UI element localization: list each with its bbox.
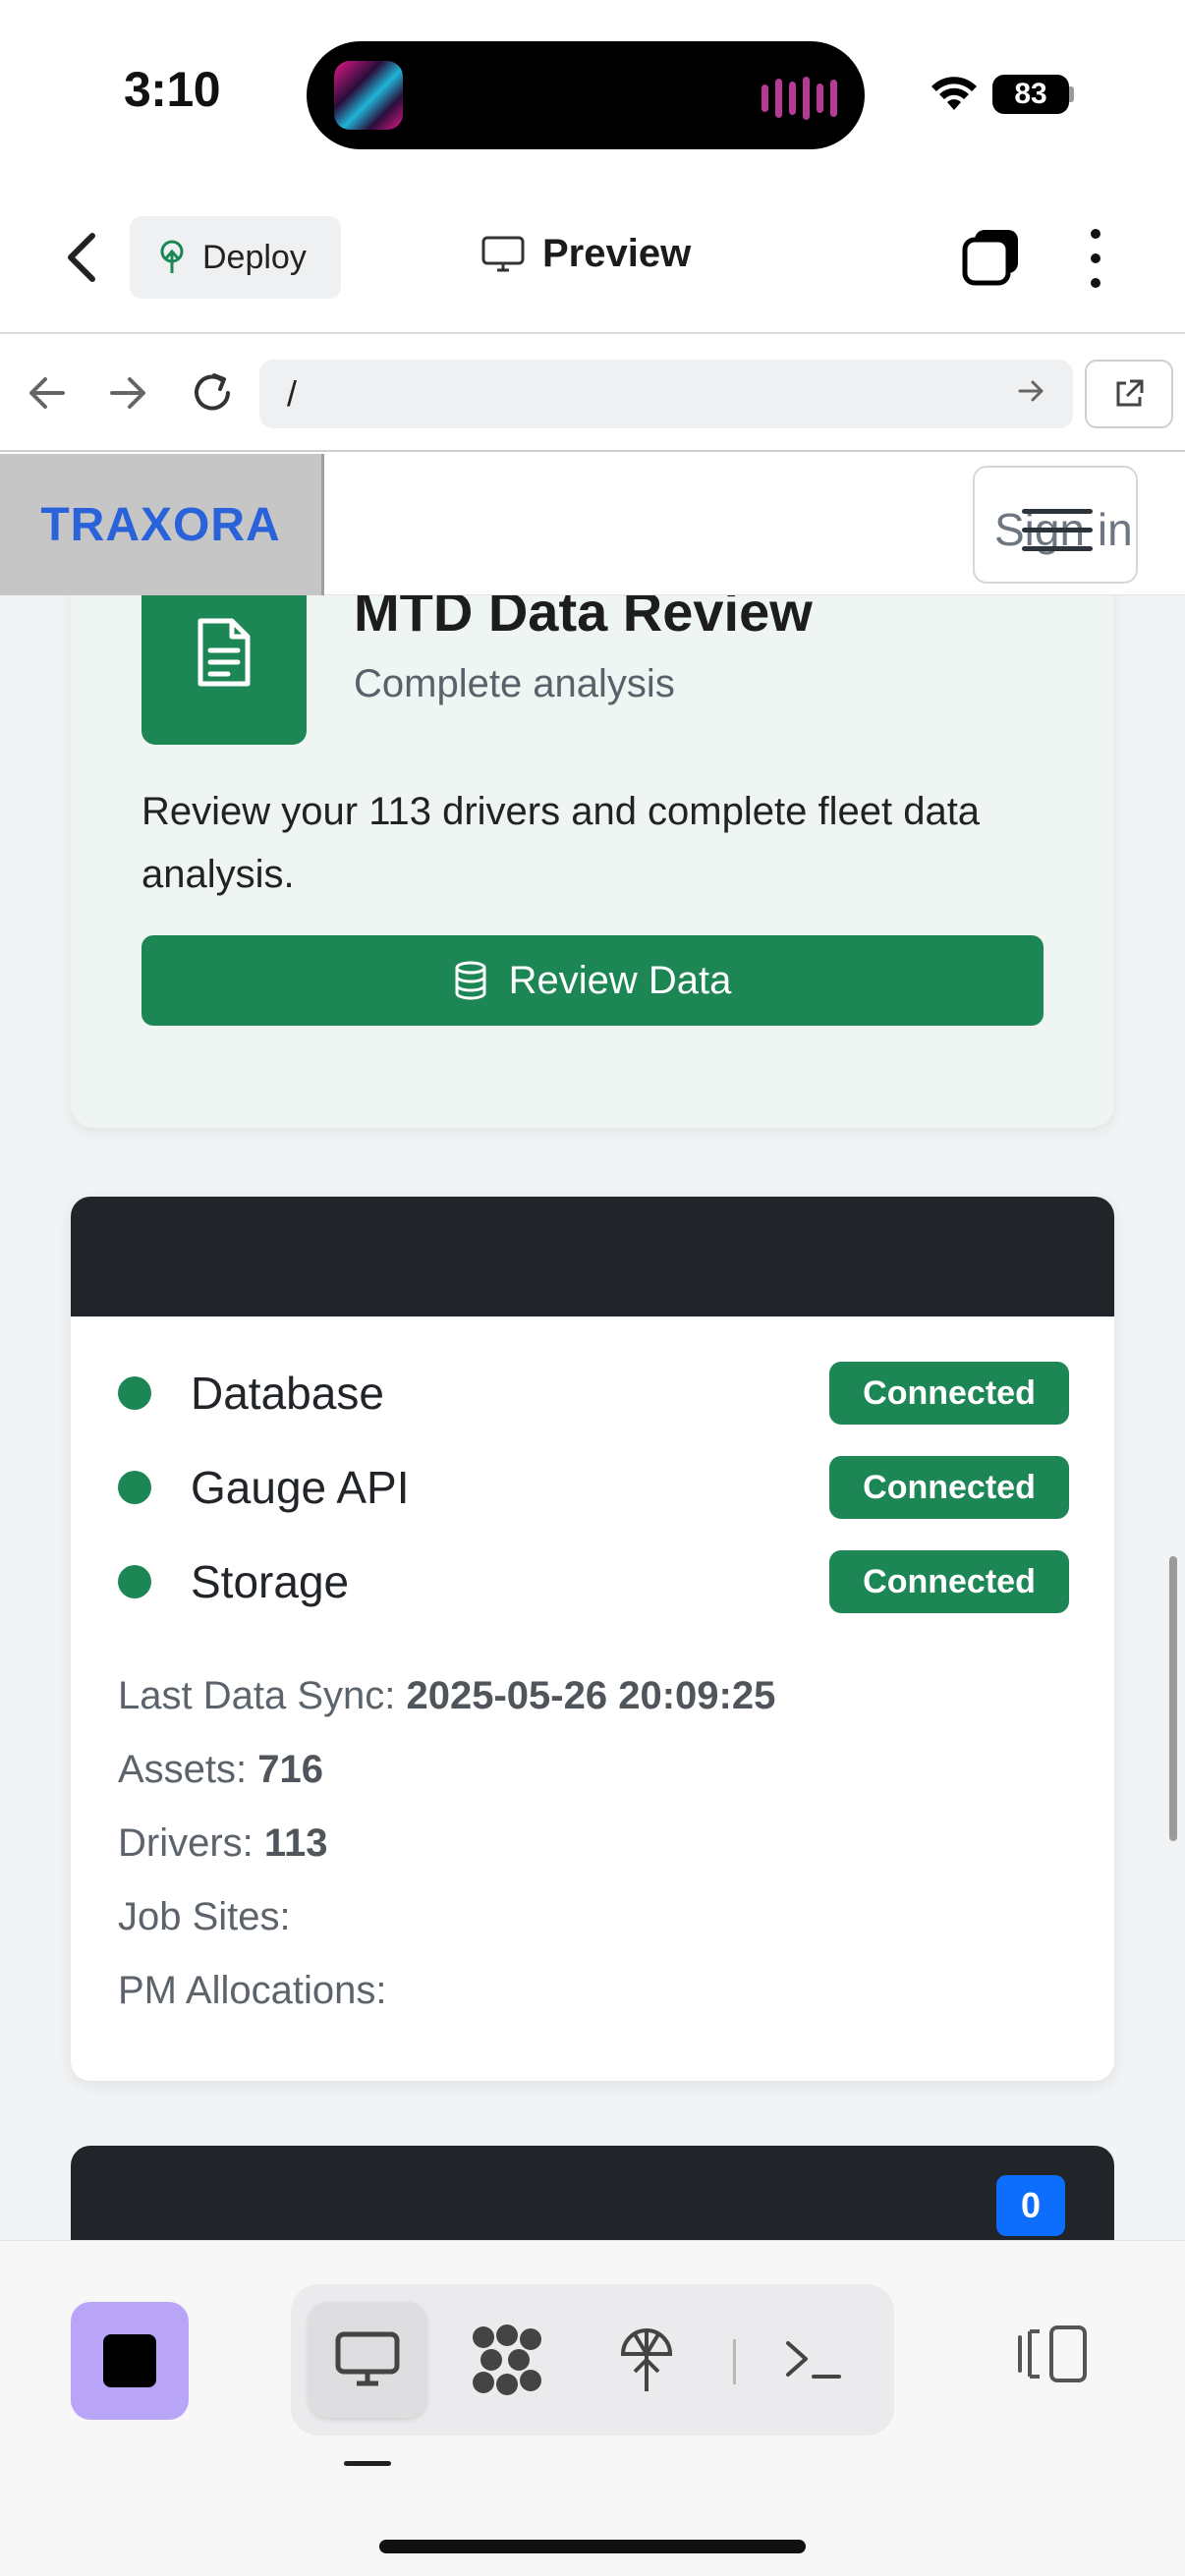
service-name: Storage bbox=[191, 1556, 350, 1607]
deploy-icon bbox=[160, 240, 184, 273]
active-tool-indicator bbox=[344, 2461, 391, 2466]
review-data-label: Review Data bbox=[508, 958, 732, 1002]
page-content: MTD Data Review Complete analysis Review… bbox=[0, 595, 1185, 2240]
status-badge: Connected bbox=[829, 1362, 1069, 1425]
review-title: MTD Data Review bbox=[354, 595, 813, 643]
service-row-storage: Storage Connected bbox=[118, 1550, 1069, 1613]
service-row-database: Database Connected bbox=[118, 1362, 1069, 1425]
service-name: Database bbox=[191, 1368, 384, 1419]
review-card: MTD Data Review Complete analysis Review… bbox=[71, 595, 1114, 1128]
stat-value: 716 bbox=[257, 1748, 324, 1791]
document-icon bbox=[198, 618, 251, 687]
tool-console[interactable] bbox=[755, 2284, 873, 2436]
preview-label: Preview bbox=[542, 232, 692, 275]
page-scrollbar[interactable] bbox=[1169, 1556, 1177, 1841]
deploy-button[interactable]: Deploy bbox=[130, 216, 341, 299]
count-badge: 0 bbox=[996, 2175, 1065, 2236]
bottom-toolbar bbox=[0, 2240, 1185, 2576]
deploy-icon bbox=[620, 2328, 673, 2391]
tool-deploy[interactable] bbox=[588, 2284, 705, 2436]
review-description: Review your 113 drivers and complete fle… bbox=[141, 790, 981, 896]
home-indicator bbox=[379, 2540, 806, 2553]
open-external-button[interactable] bbox=[1085, 360, 1173, 428]
review-data-button[interactable]: Review Data bbox=[141, 935, 1044, 1026]
battery-nub bbox=[1069, 86, 1074, 102]
go-arrow-icon[interactable] bbox=[1016, 375, 1047, 407]
stat-last-sync: Last Data Sync: 2025-05-26 20:09:25 bbox=[118, 1674, 775, 1718]
preview-tab[interactable]: Preview bbox=[481, 232, 691, 276]
wifi-icon bbox=[931, 77, 977, 110]
stat-pm-allocations: PM Allocations: bbox=[118, 1969, 386, 2013]
status-bar: 3:10 83 bbox=[0, 0, 1185, 187]
status-dot bbox=[118, 1471, 151, 1504]
battery-indicator: 83 bbox=[992, 75, 1069, 114]
status-badge: Connected bbox=[829, 1456, 1069, 1519]
audio-wave-icon bbox=[762, 77, 837, 120]
brand-container[interactable]: TRAXORA bbox=[0, 454, 324, 595]
review-icon-tile bbox=[141, 595, 307, 745]
tool-switcher bbox=[291, 2284, 894, 2436]
panel-icon[interactable] bbox=[1016, 2324, 1089, 2384]
stat-label: Drivers: bbox=[118, 1821, 254, 1865]
more-icon[interactable] bbox=[1081, 224, 1110, 293]
tabs-icon[interactable] bbox=[961, 226, 1022, 287]
url-input[interactable]: / bbox=[259, 360, 1073, 428]
review-subtitle: Complete analysis bbox=[354, 662, 675, 705]
monitor-icon bbox=[335, 2331, 400, 2386]
service-row-gauge-api: Gauge API Connected bbox=[118, 1456, 1069, 1519]
now-playing-app-icon bbox=[334, 61, 403, 130]
back-chevron-icon[interactable] bbox=[55, 228, 106, 287]
workspace-topbar: Deploy Preview bbox=[0, 187, 1185, 334]
reload-icon[interactable] bbox=[189, 369, 236, 417]
next-card-header: 0 bbox=[71, 2146, 1114, 2240]
arrow-left-icon[interactable] bbox=[24, 373, 69, 413]
status-dot bbox=[118, 1565, 151, 1598]
menu-toggle-button[interactable]: Sign in bbox=[973, 466, 1138, 584]
status-card-header bbox=[71, 1197, 1114, 1316]
stat-drivers: Drivers: 113 bbox=[118, 1821, 327, 1866]
stat-label: PM Allocations: bbox=[118, 1969, 387, 2012]
stat-label: Assets: bbox=[118, 1748, 248, 1791]
stop-button[interactable] bbox=[71, 2302, 189, 2420]
tool-agent[interactable] bbox=[448, 2284, 566, 2436]
service-name: Gauge API bbox=[191, 1462, 410, 1513]
status-badge: Connected bbox=[829, 1550, 1069, 1613]
stat-label: Job Sites: bbox=[118, 1895, 291, 1938]
preview-urlbar: / bbox=[0, 336, 1185, 452]
stat-value: 2025-05-26 20:09:25 bbox=[406, 1674, 776, 1717]
monitor-icon bbox=[481, 236, 525, 271]
tool-preview[interactable] bbox=[309, 2302, 426, 2418]
stat-assets: Assets: 716 bbox=[118, 1748, 323, 1792]
system-status-card: Database Connected Gauge API Connected S… bbox=[71, 1197, 1114, 2081]
tool-divider bbox=[733, 2339, 736, 2384]
stop-icon bbox=[103, 2334, 156, 2387]
stat-job-sites: Job Sites: bbox=[118, 1895, 291, 1939]
stat-value: 113 bbox=[263, 1821, 328, 1865]
stat-label: Last Data Sync: bbox=[118, 1674, 396, 1717]
status-dot bbox=[118, 1376, 151, 1410]
deploy-label: Deploy bbox=[202, 238, 307, 276]
brand-logo[interactable]: TRAXORA bbox=[40, 498, 280, 552]
dynamic-island bbox=[307, 41, 865, 149]
status-time: 3:10 bbox=[124, 62, 221, 117]
agent-icon bbox=[473, 2324, 541, 2395]
terminal-icon bbox=[786, 2341, 841, 2379]
menu-icon bbox=[1022, 509, 1093, 565]
arrow-right-icon[interactable] bbox=[106, 373, 151, 413]
site-navbar: TRAXORA Sign in bbox=[0, 454, 1185, 595]
database-icon bbox=[455, 961, 486, 1000]
external-link-icon bbox=[1116, 379, 1144, 407]
